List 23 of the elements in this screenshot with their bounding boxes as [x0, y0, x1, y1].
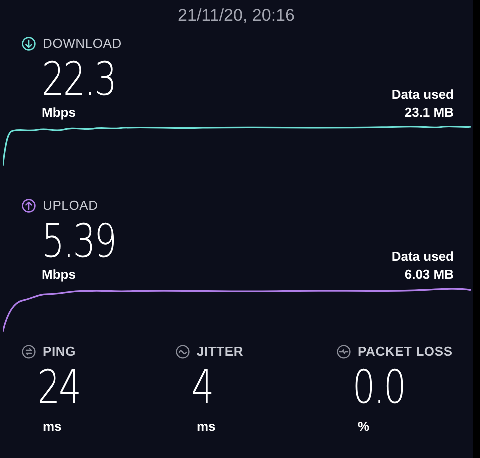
stat-value: 4: [190, 362, 214, 412]
data-used-label: Data used: [392, 86, 454, 104]
speed-value: 22.3: [42, 54, 116, 104]
stat-unit: ms: [42, 418, 63, 436]
speed-unit: Mbps: [42, 266, 77, 284]
ping-icon: [22, 345, 36, 359]
jitter-icon: [176, 345, 190, 359]
stat-label: JITTER: [197, 343, 244, 362]
stat-value: 0.0: [352, 362, 406, 412]
test-label: UPLOAD: [43, 197, 98, 216]
data-used-label: Data used: [392, 248, 454, 266]
timestamp: 21/11/20, 20:16: [178, 5, 295, 27]
data-used-value: 23.1 MB: [404, 104, 454, 122]
stat-unit: ms: [196, 418, 217, 436]
data-used-value: 6.03 MB: [404, 266, 454, 284]
test-label: DOWNLOAD: [43, 35, 122, 54]
stat-label: PACKET LOSS: [358, 343, 453, 362]
speed-value: 5.39: [42, 216, 116, 266]
stat-label: PING: [43, 343, 76, 362]
stat-value: 24: [36, 362, 82, 412]
stat-unit: %: [357, 418, 371, 436]
speed-unit: Mbps: [42, 104, 77, 122]
packet-loss-icon: [337, 345, 351, 359]
